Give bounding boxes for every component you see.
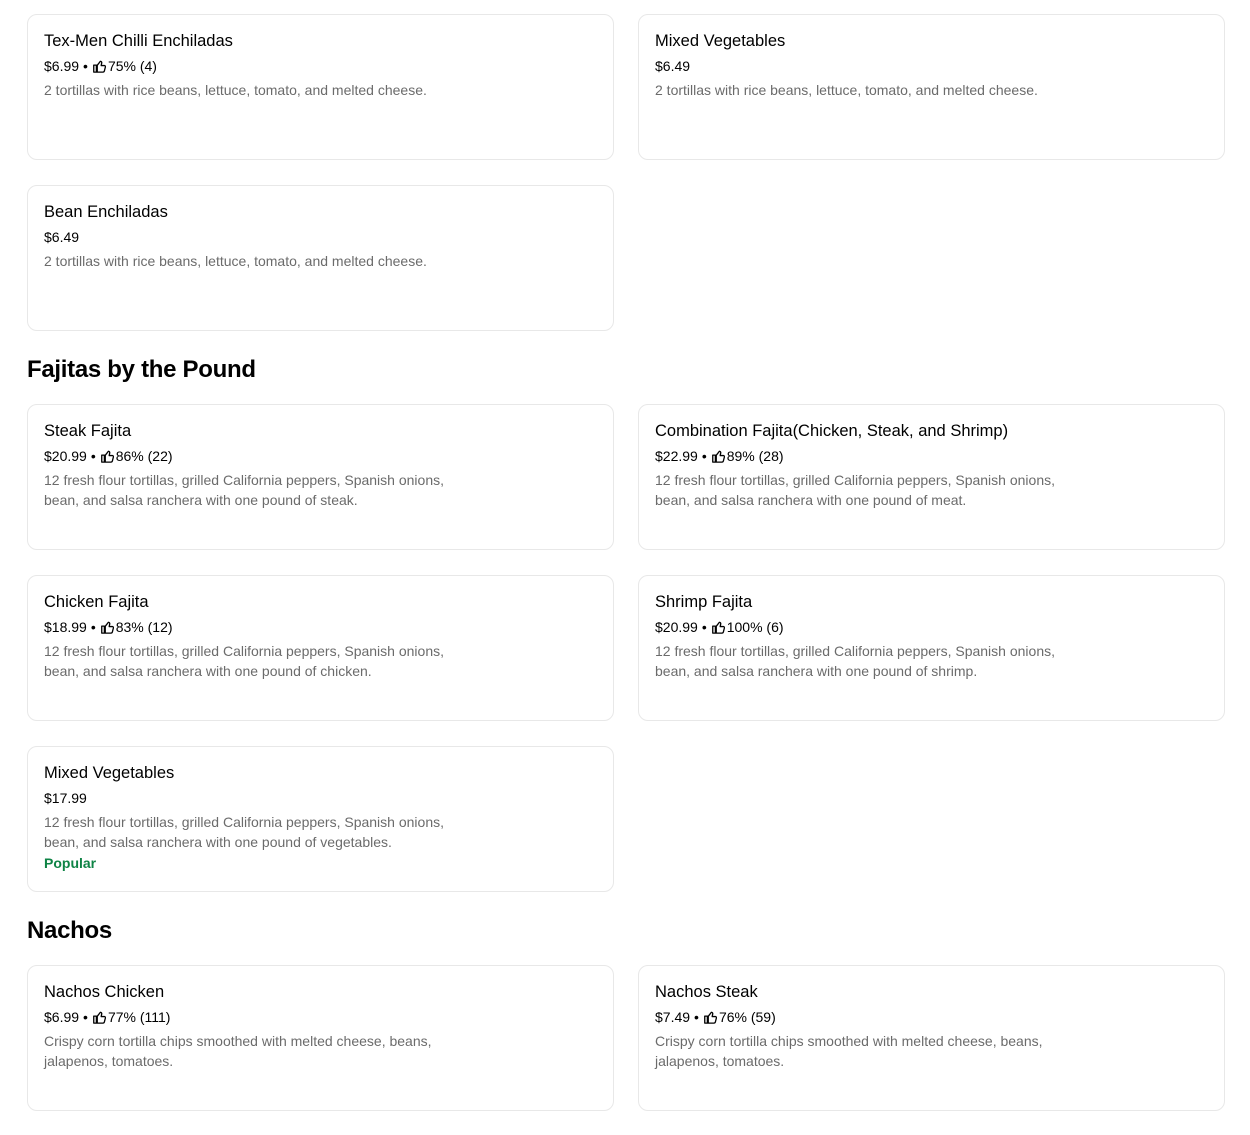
item-rating: 77% (111) (107, 1009, 171, 1025)
separator-dot: • (90, 619, 96, 635)
thumbs-up-icon (100, 620, 114, 634)
item-description: 2 tortillas with rice beans, lettuce, to… (655, 82, 1038, 98)
popular-badge: Popular (44, 855, 97, 871)
thumbs-up-icon (711, 449, 725, 463)
menu-item-mixed-vegetables-fajita[interactable]: Mixed Vegetables $17.99 12 fresh flour t… (27, 746, 614, 892)
item-price: $17.99 (44, 790, 87, 806)
item-name: Combination Fajita(Chicken, Steak, and S… (655, 422, 1009, 440)
menu-item-chicken-fajita[interactable]: Chicken Fajita $18.99 • 83% (12) 12 fres… (27, 575, 614, 721)
item-price: $20.99 (655, 619, 698, 635)
menu-item-steak-fajita[interactable]: Steak Fajita $20.99 • 86% (22) 12 fresh … (27, 404, 614, 550)
menu-item-combination-fajita[interactable]: Combination Fajita(Chicken, Steak, and S… (638, 404, 1225, 550)
item-description: 12 fresh flour tortillas, grilled Califo… (44, 643, 444, 679)
menu-item-nachos-chicken[interactable]: Nachos Chicken $6.99 • 77% (111) Crispy … (27, 965, 614, 1111)
item-meta: $22.99 • 89% (28) (655, 447, 1208, 465)
section-title-fajitas: Fajitas by the Pound (27, 356, 256, 383)
item-price: $22.99 (655, 448, 698, 464)
menu-item-mixed-vegetables-enchiladas[interactable]: Mixed Vegetables $6.49 2 tortillas with … (638, 14, 1225, 160)
item-name: Nachos Steak (655, 983, 758, 1001)
item-description: Crispy corn tortilla chips smoothed with… (655, 1033, 1043, 1069)
thumbs-up-icon (100, 449, 114, 463)
menu-item-tex-men-chilli-enchiladas[interactable]: Tex-Men Chilli Enchiladas $6.99 • 75% (4… (27, 14, 614, 160)
item-price: $6.99 (44, 1009, 80, 1025)
menu-item-bean-enchiladas[interactable]: Bean Enchiladas $6.49 2 tortillas with r… (27, 185, 614, 331)
item-name: Mixed Vegetables (44, 764, 175, 782)
item-description: 12 fresh flour tortillas, grilled Califo… (655, 472, 1055, 508)
item-price: $6.49 (655, 58, 691, 74)
menu-item-shrimp-fajita[interactable]: Shrimp Fajita $20.99 • 100% (6) 12 fresh… (638, 575, 1225, 721)
item-price: $6.49 (44, 229, 80, 245)
item-meta: $20.99 • 86% (22) (44, 447, 597, 465)
item-price: $18.99 (44, 619, 87, 635)
item-name: Mixed Vegetables (655, 32, 786, 50)
item-meta: $18.99 • 83% (12) (44, 618, 597, 636)
separator-dot: • (90, 448, 96, 464)
separator-dot: • (701, 619, 707, 635)
item-meta: $6.49 (44, 228, 597, 246)
item-description: 12 fresh flour tortillas, grilled Califo… (44, 472, 444, 508)
item-price: $20.99 (44, 448, 87, 464)
item-name: Bean Enchiladas (44, 203, 168, 221)
separator-dot: • (83, 1009, 88, 1025)
item-name: Nachos Chicken (44, 983, 165, 1001)
item-price: $6.99 (44, 58, 80, 74)
item-rating: 83% (12) (115, 619, 173, 635)
menu-item-nachos-steak[interactable]: Nachos Steak $7.49 • 76% (59) Crispy cor… (638, 965, 1225, 1111)
item-rating: 86% (22) (115, 448, 173, 464)
item-rating: 76% (59) (718, 1009, 776, 1025)
item-meta: $6.99 • 77% (111) (44, 1008, 597, 1026)
thumbs-up-icon (92, 59, 106, 73)
item-description: 2 tortillas with rice beans, lettuce, to… (44, 82, 427, 98)
item-description: Crispy corn tortilla chips smoothed with… (44, 1033, 432, 1069)
item-description: 2 tortillas with rice beans, lettuce, to… (44, 253, 427, 269)
item-name: Tex-Men Chilli Enchiladas (44, 32, 233, 50)
item-name: Steak Fajita (44, 422, 132, 440)
section-title-nachos: Nachos (27, 917, 112, 944)
thumbs-up-icon (711, 620, 725, 634)
thumbs-up-icon (703, 1010, 717, 1024)
item-meta: $17.99 (44, 789, 597, 807)
separator-dot: • (694, 1009, 699, 1025)
item-meta: $6.49 (655, 57, 1208, 75)
separator-dot: • (701, 448, 707, 464)
item-name: Chicken Fajita (44, 593, 149, 611)
item-name: Shrimp Fajita (655, 593, 753, 611)
item-rating: 100% (6) (726, 619, 784, 635)
item-rating: 89% (28) (726, 448, 784, 464)
item-rating: 75% (4) (107, 58, 157, 74)
thumbs-up-icon (92, 1010, 106, 1024)
item-description: 12 fresh flour tortillas, grilled Califo… (44, 814, 444, 850)
item-meta: $20.99 • 100% (6) (655, 618, 1208, 636)
item-meta: $7.49 • 76% (59) (655, 1008, 1208, 1026)
item-description: 12 fresh flour tortillas, grilled Califo… (655, 643, 1055, 679)
item-price: $7.49 (655, 1009, 691, 1025)
separator-dot: • (83, 58, 88, 74)
item-meta: $6.99 • 75% (4) (44, 57, 597, 75)
